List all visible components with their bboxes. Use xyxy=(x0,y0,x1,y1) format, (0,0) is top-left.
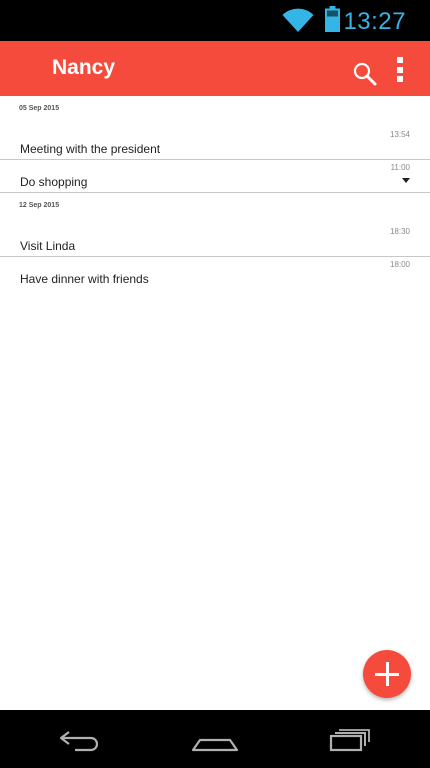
item-title: Meeting with the president xyxy=(20,142,161,156)
task-list: 05 Sep 2015 13:54 Meeting with the presi… xyxy=(0,96,430,290)
list-item[interactable]: 11:00 Do shopping xyxy=(0,160,430,193)
wifi-icon xyxy=(282,8,314,32)
search-icon[interactable] xyxy=(352,61,378,87)
list-item[interactable]: 13:54 Meeting with the president xyxy=(0,127,430,160)
nav-bar xyxy=(0,710,430,768)
status-bar: 13:27 xyxy=(0,0,430,41)
app-title: Nancy xyxy=(52,56,116,79)
item-time: 11:00 xyxy=(390,163,410,172)
item-time: 18:30 xyxy=(389,227,410,236)
section-date: 12 Sep 2015 xyxy=(19,202,60,209)
recent-apps-icon[interactable] xyxy=(325,724,375,754)
home-icon[interactable] xyxy=(190,724,240,754)
add-task-button[interactable] xyxy=(363,650,411,698)
app-bar: Nancy xyxy=(0,41,430,96)
item-time: 18:00 xyxy=(389,260,410,269)
list-item[interactable]: 18:30 Visit Linda xyxy=(0,224,430,257)
item-title: Visit Linda xyxy=(20,239,76,253)
battery-icon xyxy=(325,6,340,32)
caret-down-icon[interactable] xyxy=(402,178,410,183)
more-vert-icon[interactable] xyxy=(392,57,408,85)
section-date: 05 Sep 2015 xyxy=(19,105,60,112)
item-title: Do shopping xyxy=(20,175,88,189)
item-time: 13:54 xyxy=(389,130,410,139)
item-title: Have dinner with friends xyxy=(20,272,149,286)
list-item[interactable]: 18:00 Have dinner with friends xyxy=(0,257,430,290)
back-icon[interactable] xyxy=(55,724,105,754)
status-clock: 13:27 xyxy=(343,8,406,35)
